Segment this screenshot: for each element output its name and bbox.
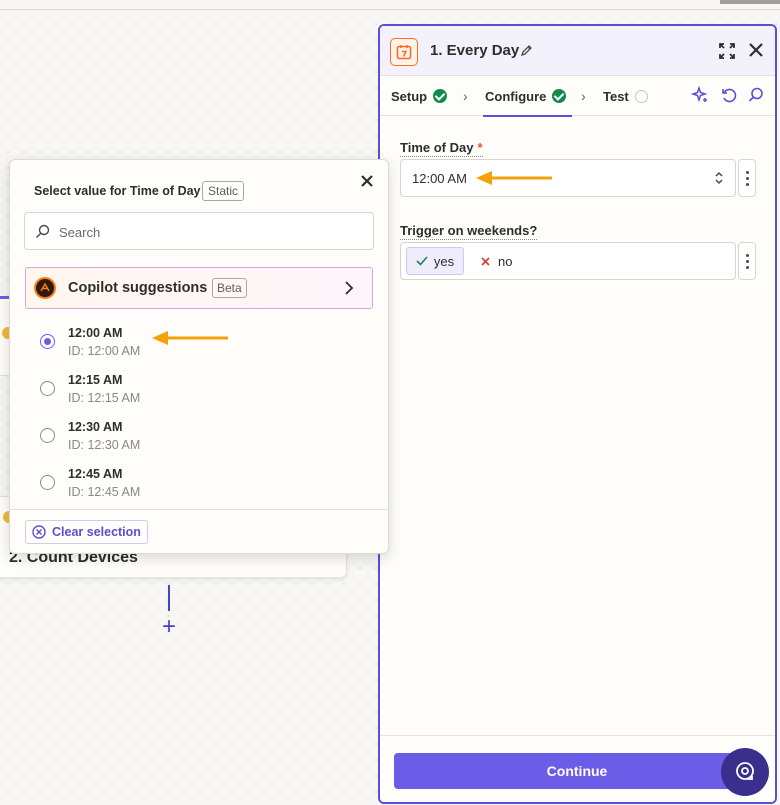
top-bar-handle[interactable]	[720, 0, 780, 4]
radio-button[interactable]	[40, 334, 55, 349]
close-icon[interactable]	[748, 42, 764, 58]
chevron-right-icon: ›	[581, 88, 586, 104]
chevron-right-icon: ›	[463, 88, 468, 104]
option-id: ID: 12:45 AM	[68, 485, 141, 499]
tab-configure[interactable]: Configure	[482, 76, 573, 117]
static-badge: Static	[202, 181, 245, 201]
field-options-button[interactable]	[738, 242, 756, 280]
check-circle-icon	[552, 89, 567, 103]
option-label: 12:45 AM	[68, 467, 123, 481]
panel-title: 1. Every Day	[430, 42, 520, 59]
check-icon	[416, 256, 428, 266]
option-id: ID: 12:00 AM	[68, 344, 141, 358]
yes-label: yes	[433, 253, 455, 269]
copilot-logo-icon	[34, 277, 56, 299]
undo-icon[interactable]	[720, 86, 738, 104]
option-item[interactable]: 12:30 AM ID: 12:30 AM	[30, 420, 370, 464]
x-icon	[481, 256, 490, 266]
value-picker-popover: Select value for Time of Day Static Copi…	[9, 159, 389, 554]
sparkle-icon[interactable]	[691, 86, 709, 104]
copilot-suggestions-row[interactable]: Copilot suggestions Beta	[25, 267, 373, 309]
no-label: no	[498, 253, 513, 269]
tab-test[interactable]: Test	[603, 76, 648, 116]
weekends-label: Trigger on weekends?	[400, 223, 538, 240]
option-item[interactable]: 12:45 AM ID: 12:45 AM	[30, 467, 370, 511]
annotation-arrow	[152, 331, 228, 345]
continue-button[interactable]: Continue	[394, 753, 760, 789]
option-label: 12:00 AM	[68, 326, 123, 340]
radio-button[interactable]	[40, 381, 55, 396]
search-field	[24, 212, 374, 250]
step-connector	[168, 585, 170, 611]
copilot-label: Copilot suggestions	[68, 280, 208, 296]
option-id: ID: 12:15 AM	[68, 391, 141, 405]
panel-header: 1. Every Day	[380, 26, 775, 76]
search-icon[interactable]	[747, 86, 765, 104]
weekends-toggle: yes no	[400, 242, 736, 280]
expand-icon[interactable]	[718, 42, 736, 60]
option-label: 12:15 AM	[68, 373, 123, 387]
tab-label: Configure	[485, 88, 547, 104]
support-icon	[736, 762, 754, 780]
clear-label: Clear selection	[52, 525, 141, 539]
option-label: 12:30 AM	[68, 420, 123, 434]
schedule-app-icon	[390, 38, 418, 66]
empty-circle-icon	[634, 89, 648, 103]
chevron-right-icon	[345, 281, 354, 295]
tab-label: Setup	[391, 88, 428, 104]
popover-footer: Clear selection	[10, 509, 388, 554]
search-input[interactable]	[59, 222, 359, 242]
beta-badge: Beta	[212, 278, 247, 298]
step-tabs: Setup › Configure › Test	[380, 76, 775, 117]
chevron-up-down-icon	[715, 171, 723, 185]
help-chat-button[interactable]	[721, 748, 769, 796]
top-bar	[0, 0, 780, 10]
clear-circle-icon	[32, 525, 46, 539]
search-icon	[36, 224, 50, 238]
popover-title: Select value for Time of Day	[34, 184, 201, 198]
close-icon[interactable]	[360, 174, 374, 188]
yes-option[interactable]: yes	[406, 247, 464, 275]
option-item[interactable]: 12:15 AM ID: 12:15 AM	[30, 373, 370, 417]
required-star: *	[477, 140, 483, 155]
field-options-button[interactable]	[738, 159, 756, 197]
check-circle-icon	[433, 89, 448, 103]
add-step-button[interactable]: +	[158, 615, 180, 639]
panel-footer: Continue	[380, 735, 775, 802]
no-option[interactable]: no	[481, 247, 512, 275]
radio-button[interactable]	[40, 428, 55, 443]
step-editor-panel: 1. Every Day Setup › Configure › Test Ti…	[378, 24, 777, 804]
annotation-arrow	[476, 171, 552, 185]
clear-selection-button[interactable]: Clear selection	[25, 520, 148, 544]
option-id: ID: 12:30 AM	[68, 438, 141, 452]
selected-value: 12:00 AM	[412, 171, 467, 186]
radio-button[interactable]	[40, 475, 55, 490]
time-of-day-label: Time of Day *	[400, 140, 483, 157]
tab-setup[interactable]: Setup	[391, 76, 448, 116]
time-of-day-select[interactable]: 12:00 AM	[400, 159, 736, 197]
edit-pencil-icon[interactable]	[520, 44, 533, 57]
tab-label: Test	[603, 88, 629, 104]
